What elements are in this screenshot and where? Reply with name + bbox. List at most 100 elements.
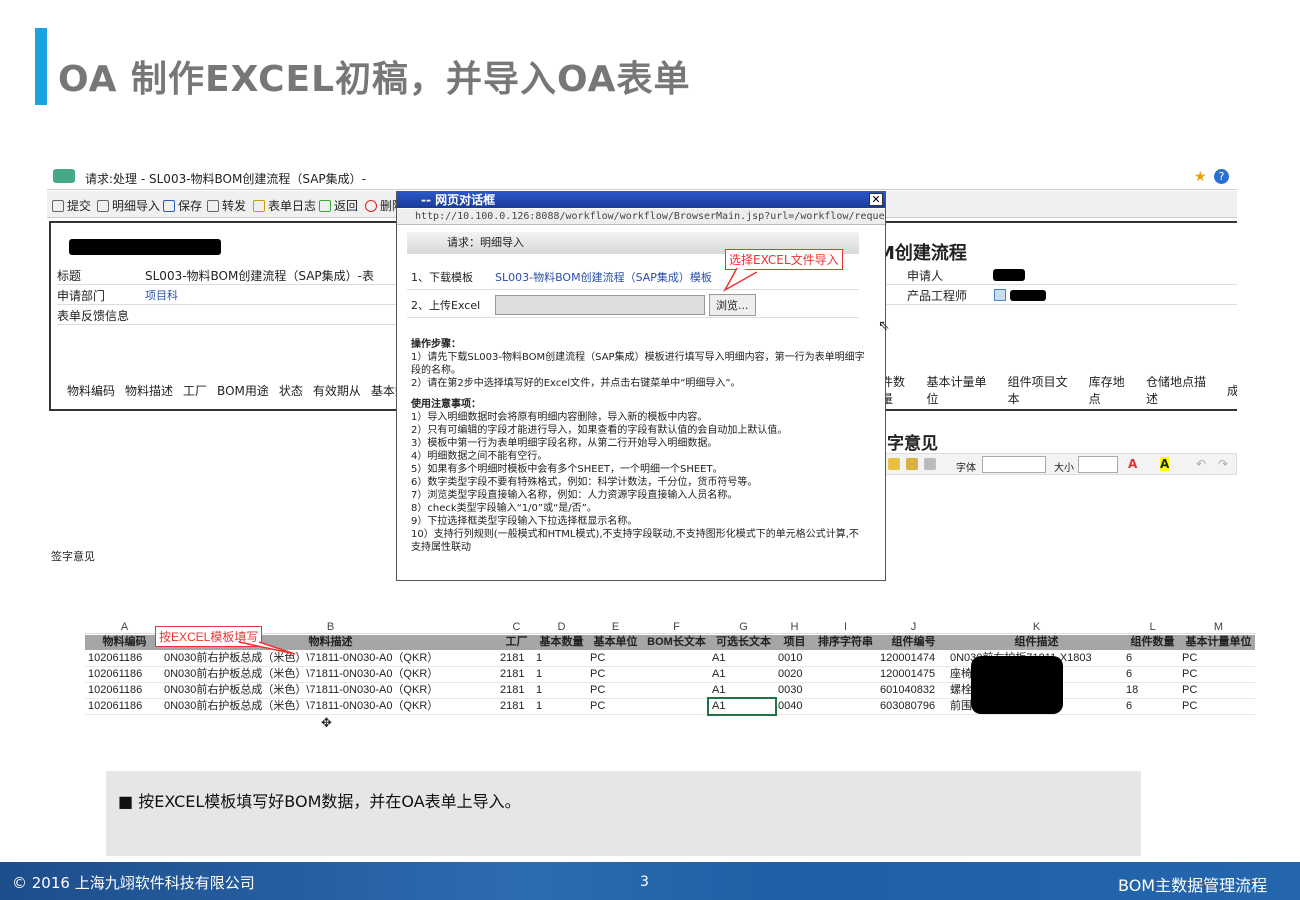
sheet-cell[interactable]: 6 — [1123, 667, 1179, 682]
paste-word-icon[interactable] — [924, 458, 936, 470]
sheet-cell[interactable]: PC — [587, 651, 641, 666]
column-letter[interactable]: I — [811, 620, 877, 633]
close-icon[interactable]: ✕ — [869, 193, 883, 206]
size-select[interactable] — [1078, 456, 1118, 473]
sheet-cell[interactable]: PC — [587, 699, 641, 714]
sheet-cell[interactable]: 102061186 — [85, 651, 161, 666]
sheet-cell[interactable]: 601040832 — [877, 683, 947, 698]
sheet-cell[interactable]: 2181 — [497, 683, 533, 698]
column-letter[interactable]: C — [497, 620, 533, 633]
header-cell[interactable]: 基本单位 — [587, 635, 641, 650]
sheet-cell[interactable]: PC — [1179, 683, 1255, 698]
sheet-cell[interactable]: 0N030前右护板总成（米色）\71811-0N030-A0（QKR） — [161, 667, 497, 682]
summary-box — [106, 771, 1141, 856]
paste-text-icon[interactable] — [906, 458, 918, 470]
sheet-cell[interactable] — [811, 683, 877, 698]
header-cell[interactable]: 基本计量单位 — [1179, 635, 1255, 650]
redo-icon[interactable]: ↷ — [1218, 457, 1228, 471]
header-cell[interactable]: 组件数量 — [1123, 635, 1179, 650]
column-letter[interactable]: H — [775, 620, 811, 633]
column-letter[interactable]: K — [947, 620, 1123, 633]
header-cell[interactable]: 组件描述 — [947, 635, 1123, 650]
favorite-star-icon[interactable]: ★ — [1194, 169, 1207, 185]
sheet-cell[interactable]: 2181 — [497, 667, 533, 682]
header-cell[interactable]: 可选长文本 — [709, 635, 775, 650]
column-letter[interactable]: G — [709, 620, 775, 633]
copyright: © 2016 上海九翊软件科技有限公司 — [12, 874, 255, 892]
back-button[interactable]: 返回 — [319, 197, 358, 214]
note-item: 9）下拉选择框类型字段输入下拉选择框显示名称。 — [411, 516, 638, 527]
sheet-cell[interactable]: 1 — [533, 651, 587, 666]
undo-icon[interactable]: ↶ — [1196, 457, 1206, 471]
sheet-cell[interactable]: A1 — [707, 697, 777, 716]
form-log-button[interactable]: 表单日志 — [253, 197, 316, 214]
save-button[interactable]: 保存 — [163, 197, 202, 214]
sheet-cell[interactable]: PC — [587, 683, 641, 698]
sheet-cell[interactable]: 2181 — [497, 651, 533, 666]
header-cell[interactable]: 项目 — [775, 635, 811, 650]
sheet-cell[interactable] — [641, 667, 709, 682]
header-cell[interactable]: 排序字符串 — [811, 635, 877, 650]
sheet-cell[interactable]: 603080796 — [877, 699, 947, 714]
sheet-cell[interactable]: 120001474 — [877, 651, 947, 666]
sheet-cell[interactable] — [641, 651, 709, 666]
sheet-cell[interactable] — [811, 667, 877, 682]
header-cell[interactable]: 组件编号 — [877, 635, 947, 650]
column-letter[interactable]: D — [533, 620, 587, 633]
font-color-icon[interactable]: A — [1128, 457, 1137, 471]
column-letter[interactable]: A — [85, 620, 161, 633]
column-letter[interactable]: F — [641, 620, 709, 633]
font-select[interactable] — [982, 456, 1046, 473]
detail-import-button[interactable]: 明细导入 — [97, 197, 160, 214]
sheet-cell[interactable]: 0010 — [775, 651, 811, 666]
sheet-cell[interactable] — [641, 683, 709, 698]
sheet-cell[interactable]: 0N030前右护板总成（米色）\71811-0N030-A0（QKR） — [161, 699, 497, 714]
summary-text: ■ 按EXCEL模板填写好BOM数据，并在OA表单上导入。 — [118, 792, 521, 811]
sheet-cell[interactable]: 1 — [533, 699, 587, 714]
sheet-cell[interactable]: 1 — [533, 667, 587, 682]
forward-button[interactable]: 转发 — [207, 197, 246, 214]
header-cell[interactable]: 工厂 — [497, 635, 533, 650]
sheet-cell[interactable]: 102061186 — [85, 683, 161, 698]
sheet-cell[interactable]: 1 — [533, 683, 587, 698]
column-letter[interactable]: E — [587, 620, 641, 633]
help-icon[interactable]: ? — [1214, 169, 1229, 184]
sheet-cell[interactable]: 102061186 — [85, 667, 161, 682]
sheet-cell[interactable]: 0N030前右护板总成（米色）\71811-0N030-A0（QKR） — [161, 683, 497, 698]
highlight-color-icon[interactable]: A — [1160, 457, 1170, 471]
browse-button[interactable]: 浏览... — [709, 293, 756, 316]
column-letter[interactable]: J — [877, 620, 947, 633]
column-letter[interactable]: M — [1179, 620, 1255, 633]
sheet-cell[interactable]: PC — [1179, 699, 1255, 714]
header-cell[interactable]: BOM长文本 — [641, 635, 709, 650]
column-letter[interactable]: L — [1123, 620, 1179, 633]
note-item: 2）只有可编辑的字段才能进行导入，如果查看的字段有默认值的会自动加上默认值。 — [411, 425, 788, 436]
submit-button[interactable]: 提交 — [52, 197, 91, 214]
sheet-cell[interactable]: 6 — [1123, 699, 1179, 714]
sheet-cell[interactable]: 2181 — [497, 699, 533, 714]
sheet-cell[interactable] — [641, 699, 709, 714]
sheet-cell[interactable]: 0020 — [775, 667, 811, 682]
sheet-cell[interactable]: A1 — [709, 651, 775, 666]
sheet-cell[interactable]: PC — [1179, 651, 1255, 666]
sheet-cell[interactable]: 0040 — [775, 699, 811, 714]
sheet-cell[interactable]: 18 — [1123, 683, 1179, 698]
dept-value[interactable]: 项目科 — [145, 287, 178, 303]
sheet-cell[interactable]: PC — [1179, 667, 1255, 682]
header-cell[interactable]: 物料编码 — [85, 635, 161, 650]
sheet-cell[interactable]: 102061186 — [85, 699, 161, 714]
sheet-cell[interactable]: 0030 — [775, 683, 811, 698]
sheet-cell[interactable]: 120001475 — [877, 667, 947, 682]
template-link[interactable]: SL003-物料BOM创建流程（SAP集成）模板 — [495, 269, 712, 285]
sheet-cell[interactable] — [811, 651, 877, 666]
sheet-cell[interactable]: A1 — [709, 667, 775, 682]
sheet-cell[interactable]: 0N030前右护板总成（米色）\71811-0N030-A0（QKR） — [161, 651, 497, 666]
header-cell[interactable]: 基本数量 — [533, 635, 587, 650]
file-path-input[interactable] — [495, 294, 705, 315]
paste-icon[interactable] — [888, 458, 900, 470]
sheet-cell[interactable] — [811, 699, 877, 714]
sheet-cell[interactable]: A1 — [709, 683, 775, 698]
browse-user-icon[interactable] — [994, 289, 1006, 301]
sheet-cell[interactable]: 6 — [1123, 651, 1179, 666]
sheet-cell[interactable]: PC — [587, 667, 641, 682]
